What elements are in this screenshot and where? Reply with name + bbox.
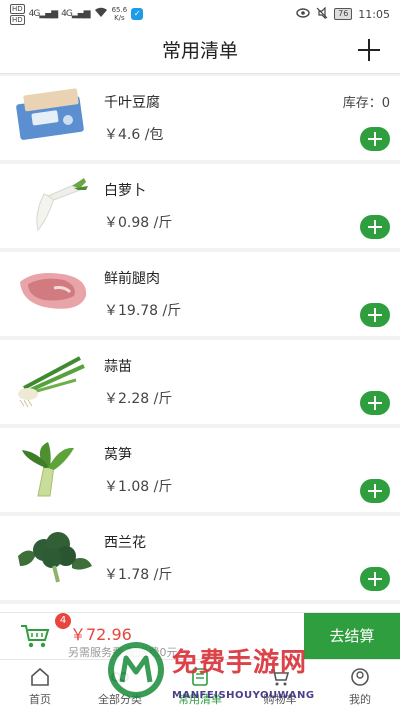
add-to-cart-button[interactable] <box>360 479 390 503</box>
tab-home[interactable]: 首页 <box>0 660 80 711</box>
net-speed: 65.6 K/s <box>111 6 128 22</box>
eye-icon <box>296 7 310 21</box>
tofu-image <box>16 88 84 140</box>
tab-profile[interactable]: 我的 <box>320 660 400 711</box>
status-bar: HD HD 4G▂▄▆ 4G▂▄▆ 65.6 K/s ✓ 76 11:05 <box>0 0 400 28</box>
garlic-sprout-image <box>18 356 85 408</box>
add-plus-icon[interactable] <box>356 37 382 63</box>
product-name: 蒜苗 <box>104 359 132 375</box>
list-item[interactable]: 土豆 <box>0 604 400 612</box>
watermark-subtitle: MANFEISHOUYOUWANG <box>172 690 315 701</box>
wifi-icon <box>94 7 108 21</box>
tab-label: 首页 <box>29 693 51 706</box>
stock-label: 库存：0 <box>342 96 390 111</box>
product-price: ￥2.28 /斤 <box>104 391 173 407</box>
cart-count-badge: 4 <box>55 613 71 629</box>
page-title: 常用清单 <box>161 40 238 62</box>
status-left: HD HD 4G▂▄▆ 4G▂▄▆ 65.6 K/s ✓ <box>10 3 144 25</box>
sim-indicators: HD HD <box>10 3 25 25</box>
add-to-cart-button[interactable] <box>360 215 390 239</box>
product-price: ￥1.08 /斤 <box>104 479 173 495</box>
clock: 11:05 <box>358 7 390 21</box>
product-name: 千叶豆腐 <box>104 95 160 111</box>
list-item[interactable]: 鲜前腿肉 ￥19.78 /斤 <box>0 252 400 336</box>
checkout-button[interactable]: 去结算 <box>304 613 400 660</box>
user-icon <box>351 668 369 686</box>
watermark-title: 免费手游网 <box>172 648 308 678</box>
signal1-icon: 4G▂▄▆ <box>28 9 58 19</box>
add-to-cart-button[interactable] <box>360 127 390 151</box>
product-price: ￥19.78 /斤 <box>104 303 182 319</box>
status-right: 76 11:05 <box>296 6 390 22</box>
signal2-icon: 4G▂▄▆ <box>61 9 90 19</box>
pork-leg-image <box>20 273 87 309</box>
product-price: ￥0.98 /斤 <box>104 215 173 231</box>
list-item[interactable]: 千叶豆腐 ￥4.6 /包 库存：0 <box>0 76 400 160</box>
add-to-cart-button[interactable] <box>360 567 390 591</box>
lettuce-stem-image <box>22 442 74 497</box>
notification-app-icon: ✓ <box>131 8 144 20</box>
product-price: ￥1.78 /斤 <box>104 567 173 583</box>
shopping-cart-icon[interactable] <box>20 623 50 649</box>
radish-image <box>36 178 88 232</box>
nav-bar: 常用清单 <box>0 28 400 74</box>
add-to-cart-button[interactable] <box>360 391 390 415</box>
home-icon <box>31 667 49 686</box>
product-price: ￥4.6 /包 <box>104 127 164 143</box>
list-item[interactable]: 西兰花 ￥1.78 /斤 <box>0 516 400 600</box>
product-name: 莴笋 <box>104 447 132 463</box>
sim1-badge: HD <box>10 3 25 14</box>
broccoli-image <box>18 532 92 583</box>
list-item[interactable]: 白萝卜 ￥0.98 /斤 <box>0 164 400 248</box>
battery-icon: 76 <box>334 8 353 20</box>
mute-icon <box>316 6 328 22</box>
watermark-logo <box>108 642 164 698</box>
add-to-cart-button[interactable] <box>360 303 390 327</box>
product-list[interactable]: 千叶豆腐 ￥4.6 /包 库存：0 白萝卜 ￥0.98 /斤 鲜前腿肉 ￥19.… <box>0 76 400 612</box>
list-item[interactable]: 蒜苗 ￥2.28 /斤 <box>0 340 400 424</box>
tab-label: 我的 <box>349 693 371 706</box>
product-name: 白萝卜 <box>104 183 146 199</box>
product-name: 鲜前腿肉 <box>104 271 160 287</box>
sim2-badge: HD <box>10 14 25 25</box>
product-name: 西兰花 <box>104 535 146 551</box>
list-item[interactable]: 莴笋 ￥1.08 /斤 <box>0 428 400 512</box>
